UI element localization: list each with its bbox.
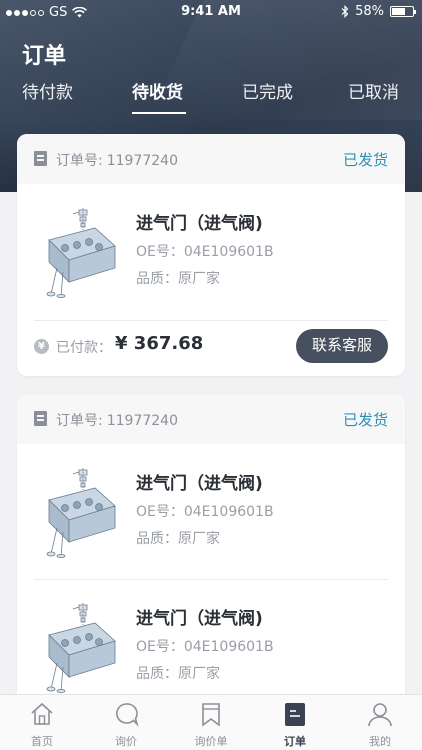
order-doc-icon xyxy=(34,151,47,166)
nav-item-inquiry[interactable]: 询价 xyxy=(84,695,168,750)
order-card-header: 订单号: 11977240 已发货 xyxy=(17,394,405,444)
nav-label-inquiry-list: 询价单 xyxy=(194,735,228,748)
active-tab-indicator xyxy=(132,112,186,114)
nav-item-inquiry-list[interactable]: 询价单 xyxy=(169,695,253,750)
order-list-icon xyxy=(285,703,305,726)
order-card-header: 订单号: 11977240 已发货 xyxy=(17,134,405,184)
nav-label-home: 首页 xyxy=(31,735,53,748)
cylinder-head-image xyxy=(46,603,116,693)
product-quality: 品质：原厂家 xyxy=(136,666,220,682)
order-status: 已发货 xyxy=(342,411,388,429)
page-title: 订单 xyxy=(22,44,67,69)
nav-item-orders[interactable]: 订单 xyxy=(253,695,337,750)
tab-cancelled[interactable]: 已取消 xyxy=(348,78,399,103)
order-item[interactable]: 进气门（进气阀) OE号：04E109601B 品质：原厂家 xyxy=(17,184,405,319)
order-number: 11977240 xyxy=(106,153,178,169)
bottom-nav: 首页 询价 询价单 订单 我的 xyxy=(0,694,422,750)
order-doc-icon xyxy=(34,411,47,426)
product-name: 进气门（进气阀) xyxy=(136,214,263,234)
home-icon xyxy=(31,702,53,725)
product-oe-number: OE号：04E109601B xyxy=(136,639,274,655)
cylinder-head-image xyxy=(46,468,116,558)
nav-label-orders: 订单 xyxy=(284,735,306,748)
order-number: 11977240 xyxy=(106,413,178,429)
nav-item-profile[interactable]: 我的 xyxy=(338,695,422,750)
paid-amount: ¥ 367.68 xyxy=(115,333,204,354)
nav-label-inquiry: 询价 xyxy=(115,735,137,748)
nav-item-home[interactable]: 首页 xyxy=(0,695,84,750)
contact-support-button[interactable]: 联系客服 xyxy=(295,329,388,363)
tab-completed[interactable]: 已完成 xyxy=(242,78,293,103)
cylinder-head-image xyxy=(46,208,116,298)
product-quality: 品质：原厂家 xyxy=(136,271,220,287)
order-card[interactable]: 订单号: 11977240 已发货 进气门（进气阀) OE号：04E109601… xyxy=(17,134,405,376)
battery-icon xyxy=(390,6,416,17)
chat-bubble-icon xyxy=(115,703,139,727)
tab-pending-receipt[interactable]: 待收货 xyxy=(132,78,183,103)
order-number-label: 订单号: xyxy=(56,413,103,429)
order-item[interactable]: 进气门（进气阀) OE号：04E109601B 品质：原厂家 xyxy=(17,444,405,579)
bluetooth-icon xyxy=(341,5,349,18)
product-name: 进气门（进气阀) xyxy=(136,474,263,494)
order-card[interactable]: 订单号: 11977240 已发货 进气门（进气阀) OE号：04E109601… xyxy=(17,394,405,714)
product-name: 进气门（进气阀) xyxy=(136,609,263,629)
tab-pending-payment[interactable]: 待付款 xyxy=(22,78,73,103)
product-oe-number: OE号：04E109601B xyxy=(136,504,274,520)
order-card-footer: ¥ 已付款： ¥ 367.68 联系客服 xyxy=(17,319,405,375)
bookmark-doc-icon xyxy=(202,703,220,727)
paid-label: 已付款： xyxy=(56,340,112,356)
nav-label-profile: 我的 xyxy=(369,735,391,748)
order-status: 已发货 xyxy=(342,151,388,169)
order-number-label: 订单号: xyxy=(56,153,103,169)
yen-icon: ¥ xyxy=(34,339,49,354)
user-icon xyxy=(368,703,392,727)
status-bar: GS 9:41 AM 58% xyxy=(0,0,422,26)
product-oe-number: OE号：04E109601B xyxy=(136,244,274,260)
order-tabs: 待付款 待收货 已完成 已取消 xyxy=(0,78,422,118)
battery-percent: 58% xyxy=(355,4,384,19)
product-quality: 品质：原厂家 xyxy=(136,531,220,547)
